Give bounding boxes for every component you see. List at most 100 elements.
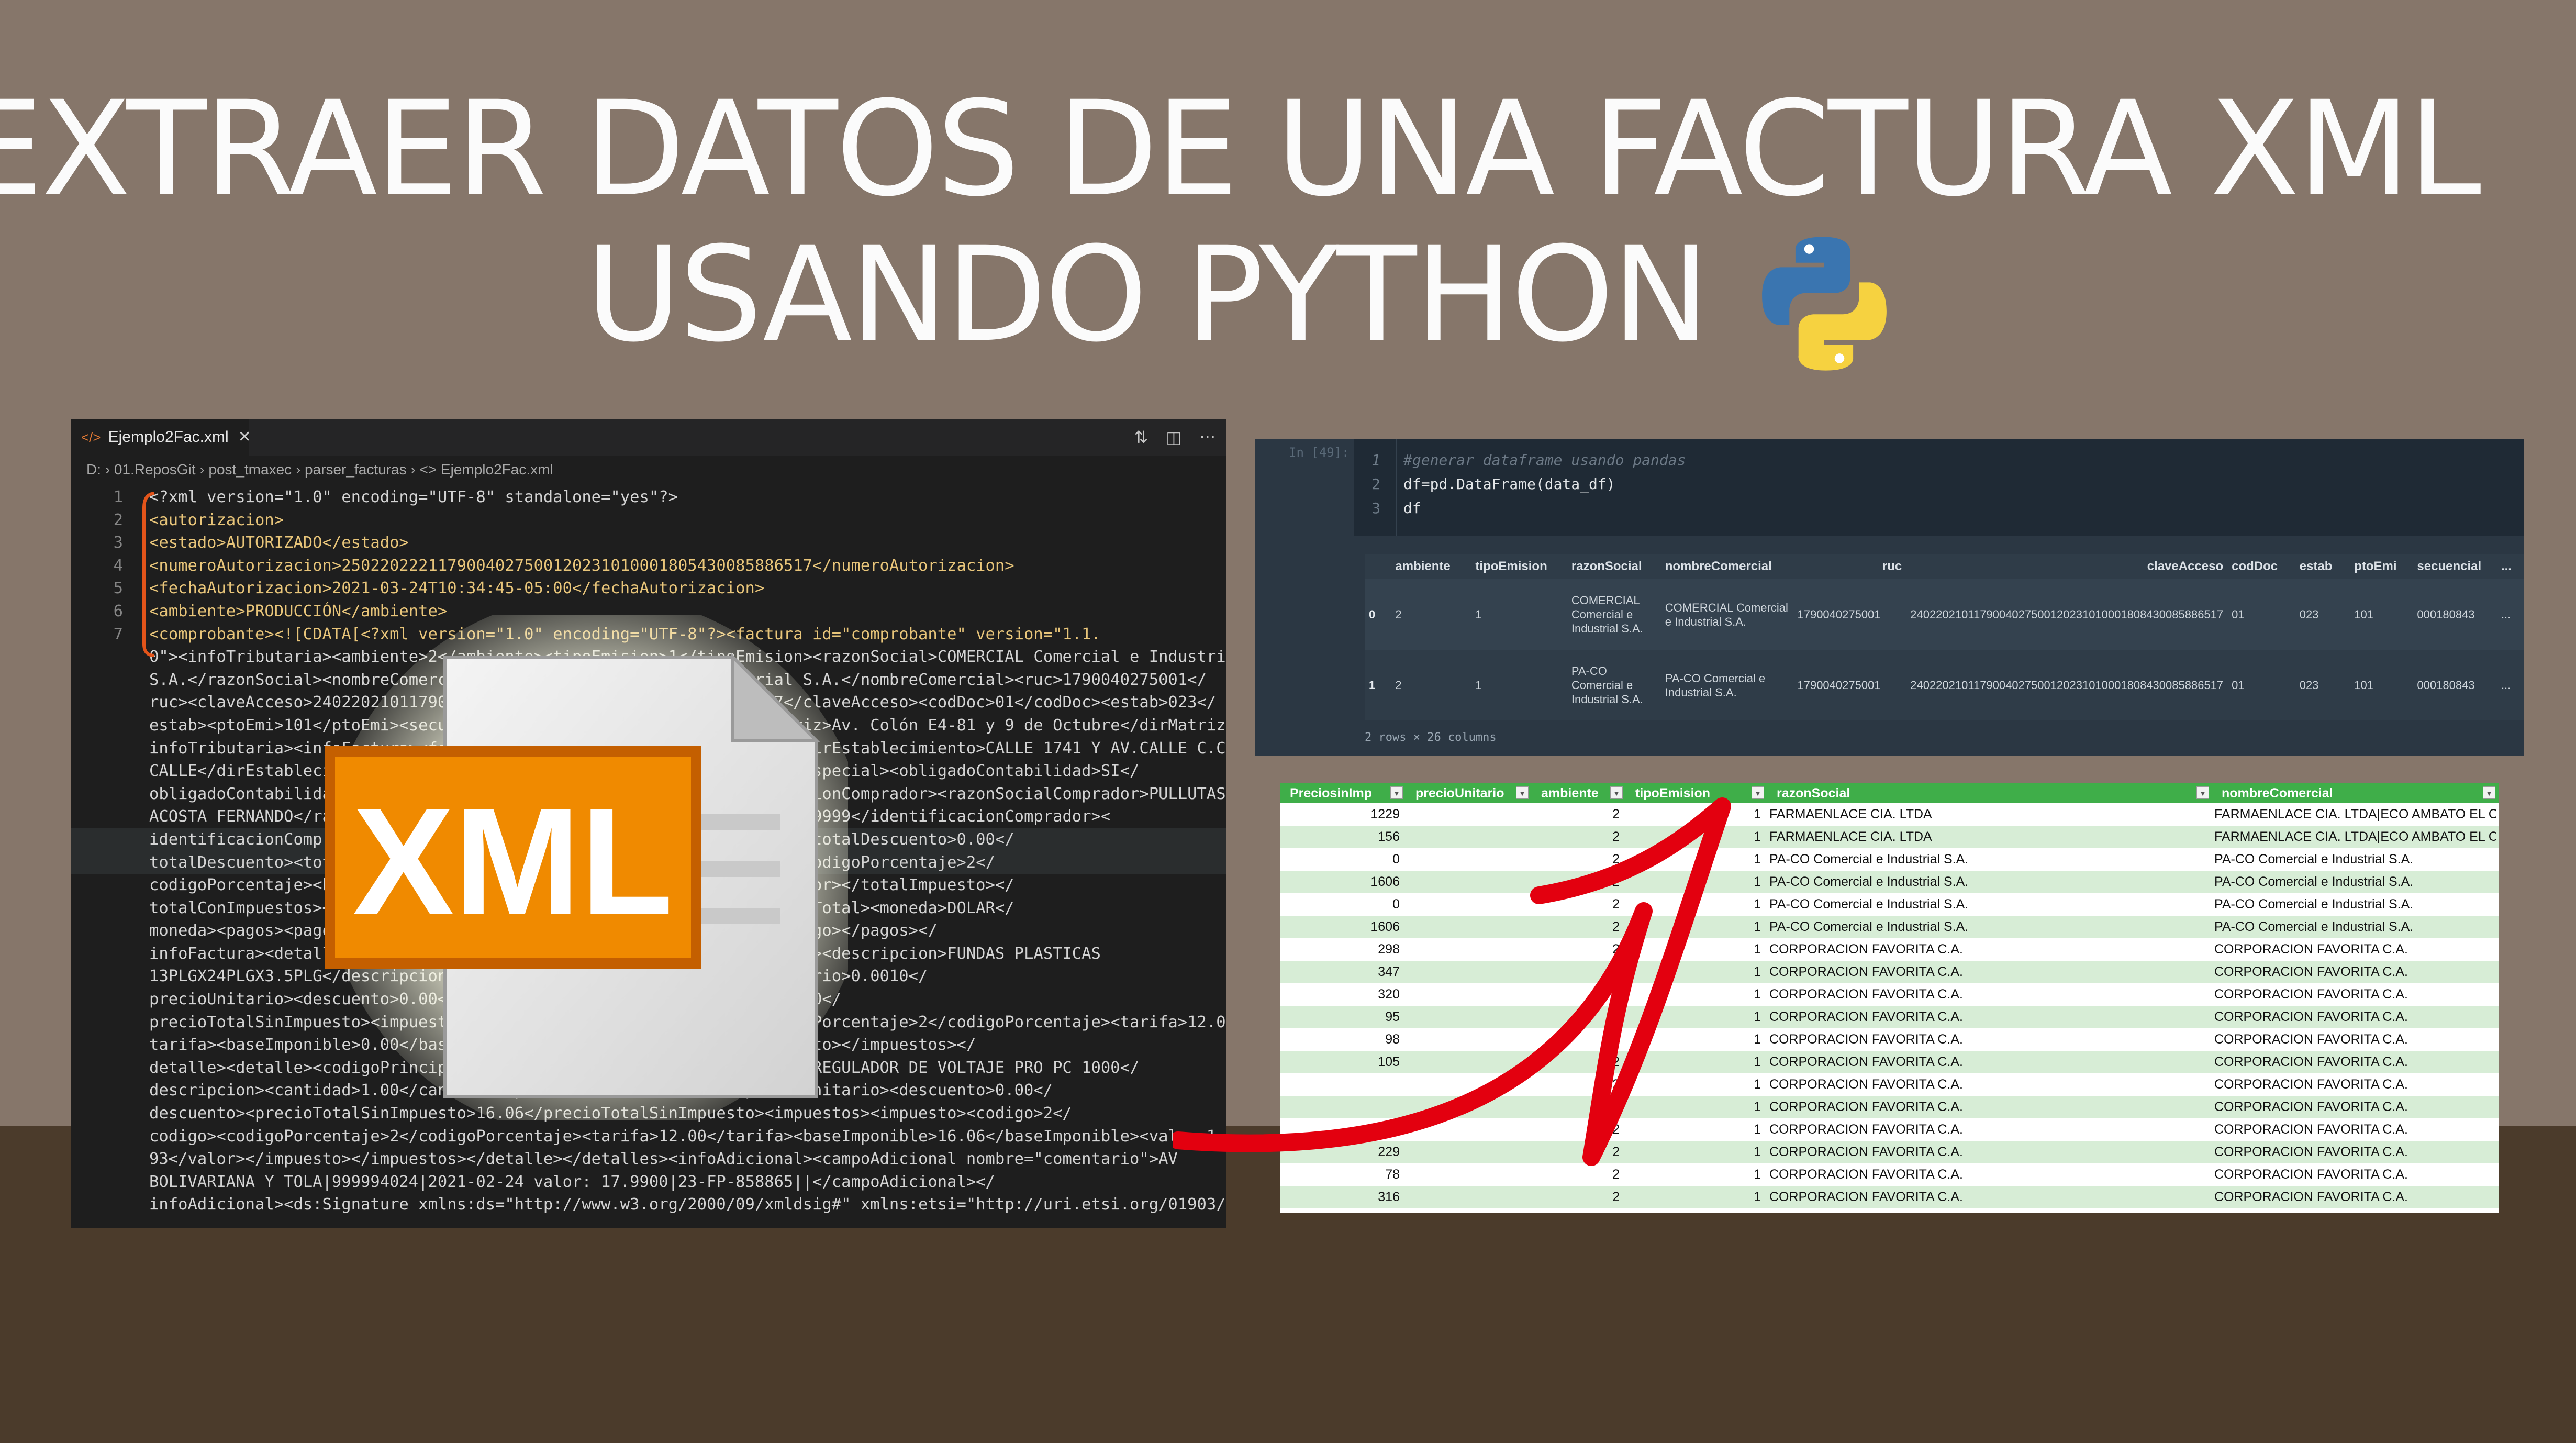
filter-dropdown-icon[interactable]: ▼ [2483,786,2495,799]
code-line[interactable]: 4 <numeroAutorizacion>2502202221179004027… [71,554,1226,578]
table-cell[interactable]: CORPORACION FAVORITA C.A. [1769,961,2210,983]
code-line[interactable]: infoAdicional><ds:Signature xmlns:ds="ht… [71,1193,1226,1216]
cell-line[interactable]: 1 #generar dataframe usando pandas [1354,448,1686,472]
table-cell[interactable]: CORPORACION FAVORITA C.A. [2214,1073,2496,1096]
table-cell[interactable]: PA-CO Comercial e Industrial S.A. [2214,871,2496,893]
table-cell[interactable]: FARMAENLACE CIA. LTDA [1769,803,2210,826]
filter-dropdown-icon[interactable]: ▼ [2196,786,2209,799]
dataframe-column-header: secuencial [2413,554,2497,579]
table-cell[interactable]: CORPORACION FAVORITA C.A. [1769,1163,2210,1186]
line-number: 3 [113,534,123,552]
breadcrumb[interactable]: D: › 01.ReposGit › post_tmaxec › parser_… [71,456,1226,484]
table-cell[interactable] [1406,1186,1525,1208]
table-cell[interactable]: CORPORACION FAVORITA C.A. [2214,1051,2496,1073]
table-cell[interactable]: CORPORACION FAVORITA C.A. [1769,938,2210,961]
column-header[interactable]: razonSocial ▼ [1767,783,2212,803]
code-line[interactable]: codigo><codigoPorcentaje>2</codigoPorcen… [71,1125,1226,1148]
table-cell[interactable]: PA-CO Comercial e Industrial S.A. [1769,893,2210,916]
dataframe-column-header: ... [2496,554,2524,579]
cell-line-number: 1 [1371,451,1380,469]
cell-code[interactable]: 1 #generar dataframe usando pandas 2 df=pd.… [1354,448,1686,520]
table-cell[interactable]: PA-CO Comercial e Industrial S.A. [2214,848,2496,871]
dataframe-index: 0 [1365,579,1391,650]
table-cell[interactable]: CORPORACION FAVORITA C.A. [1769,1028,2210,1051]
code-text: infoAdicional><ds:Signature xmlns:ds="ht… [149,1195,1226,1214]
dataframe-cell: 000180843 [2413,579,2497,650]
python-logo-icon [1762,237,1887,371]
table-cell[interactable]: 2 [1532,1186,1620,1208]
cell-line[interactable]: 3 df [1354,496,1686,520]
table-cell[interactable]: PA-CO Comercial e Industrial S.A. [2214,916,2496,938]
table-cell[interactable]: PA-CO Comercial e Industrial S.A. [2214,893,2496,916]
table-cell[interactable]: CORPORACION FAVORITA C.A. [1769,1118,2210,1141]
table-cell[interactable]: CORPORACION FAVORITA C.A. [2214,983,2496,1006]
line-number: 2 [113,510,123,529]
split-editor-icon[interactable]: ◫ [1166,427,1181,447]
table-cell[interactable]: CORPORACION FAVORITA C.A. [2214,1163,2496,1186]
code-line[interactable]: 93</valor></impuesto></impuestos></detal… [71,1148,1226,1171]
dataframe-column-header: codDoc [2227,554,2295,579]
cell-line[interactable]: 2 df=pd.DataFrame(data_df) [1354,472,1686,496]
table-cell[interactable]: CORPORACION FAVORITA C.A. [2214,938,2496,961]
table-cell[interactable]: CORPORACION FAVORITA C.A. [1769,1051,2210,1073]
dataframe-cell: PA-CO Comercial e Industrial S.A. [1567,650,1661,720]
dataframe-cell: 2 [1391,579,1471,650]
table-cell[interactable]: CORPORACION FAVORITA C.A. [2214,1006,2496,1028]
editor-actions: ⇅ ◫ ··· [1116,419,1215,456]
cell-line-number: 3 [1371,500,1380,517]
dataframe-column-header: ruc [1793,554,1906,579]
editor-tab-bar: </> Ejemplo2Fac.xml ✕ ⇅ ◫ ··· [71,419,1226,456]
editor-tab[interactable]: </> Ejemplo2Fac.xml ✕ [71,419,251,456]
dataframe-cell: 2402202101179004027500120231010001808430… [1906,650,2228,720]
code-line[interactable]: 3 <estado>AUTORIZADO</estado> [71,531,1226,554]
dataframe-column-header: razonSocial [1567,554,1661,579]
table-cell[interactable]: CORPORACION FAVORITA C.A. [2214,961,2496,983]
table-cell[interactable]: CORPORACION FAVORITA C.A. [1769,1096,2210,1118]
code-cell[interactable]: 1 #generar dataframe usando pandas 2 df=pd.… [1354,439,2524,536]
table-cell[interactable]: CORPORACION FAVORITA C.A. [1769,1073,2210,1096]
dataframe-cell: COMERCIAL Comercial e Industrial S.A. [1660,579,1793,650]
dataframe-column-header: claveAcceso [1906,554,2228,579]
table-cell[interactable]: PA-CO Comercial e Industrial S.A. [1769,916,2210,938]
table-cell[interactable]: CORPORACION FAVORITA C.A. [2214,1186,2496,1208]
compare-icon[interactable]: ⇅ [1134,427,1148,447]
table-cell[interactable]: PA-CO Comercial e Industrial S.A. [1769,848,2210,871]
code-line[interactable]: 2 <autorizacion> [71,509,1226,532]
dataframe-cell: 1 [1471,579,1567,650]
table-cell[interactable]: CORPORACION FAVORITA C.A. [1769,983,2210,1006]
line-number: 4 [113,556,123,575]
table-cell[interactable]: 316 [1280,1186,1400,1208]
dataframe-index: 1 [1365,650,1391,720]
table-cell[interactable]: CORPORACION FAVORITA C.A. [2214,1141,2496,1163]
table-cell[interactable]: FARMAENLACE CIA. LTDA [1769,826,2210,848]
dataframe-cell: 023 [2295,579,2350,650]
cell-line-text: df [1403,500,1421,517]
table-row[interactable]: 316 2 1 CORPORACION FAVORITA C.A. CORPORACIO… [1280,1186,2499,1208]
table-cell[interactable]: CORPORACION FAVORITA C.A. [2214,1096,2496,1118]
notebook-window: In [49]: 1 #generar dataframe usando pand… [1255,439,2524,756]
close-tab-icon[interactable]: ✕ [238,428,251,446]
table-cell[interactable]: CORPORACION FAVORITA C.A. [2214,1118,2496,1141]
table-cell[interactable]: CORPORACION FAVORITA C.A. [2214,1028,2496,1051]
code-text: <numeroAutorizacion>25022022211790040275… [149,556,1014,575]
line-number: 7 [113,625,123,643]
more-icon[interactable]: ··· [1199,427,1215,447]
dataframe-column-header: tipoEmision [1471,554,1567,579]
table-cell[interactable]: CORPORACION FAVORITA C.A. [1769,1141,2210,1163]
code-text: codigo><codigoPorcentaje>2</codigoPorcen… [149,1127,1226,1146]
bracket-annotation [142,492,155,657]
table-cell[interactable]: FARMAENLACE CIA. LTDA|ECO AMBATO EL C [2214,826,2496,848]
headline-line-1: EXTRAER DATOS DE UNA FACTURA XML [0,73,2481,225]
code-line[interactable]: 1 <?xml version="1.0" encoding="UTF-8" st… [71,486,1226,509]
table-cell[interactable]: 1 [1626,1186,1761,1208]
table-cell[interactable]: FARMAENLACE CIA. LTDA|ECO AMBATO EL C [2214,803,2496,826]
code-text: <fechaAutorizacion>2021-03-24T10:34:45-0… [149,579,765,598]
table-cell[interactable]: CORPORACION FAVORITA C.A. [1769,1006,2210,1028]
column-header[interactable]: nombreComercial ▼ [2212,783,2499,803]
table-cell[interactable]: CORPORACION FAVORITA C.A. [1769,1186,2210,1208]
red-arrow-annotation [1173,797,1731,1166]
code-line[interactable]: BOLIVARIANA Y TOLA|999994024|2021-02-24 … [71,1171,1226,1194]
table-cell[interactable]: PA-CO Comercial e Industrial S.A. [1769,871,2210,893]
dataframe-cell: 2402202101179004027500120231010001808430… [1906,579,2228,650]
code-line[interactable]: 5 <fechaAutorizacion>2021-03-24T10:34:45-… [71,577,1226,600]
